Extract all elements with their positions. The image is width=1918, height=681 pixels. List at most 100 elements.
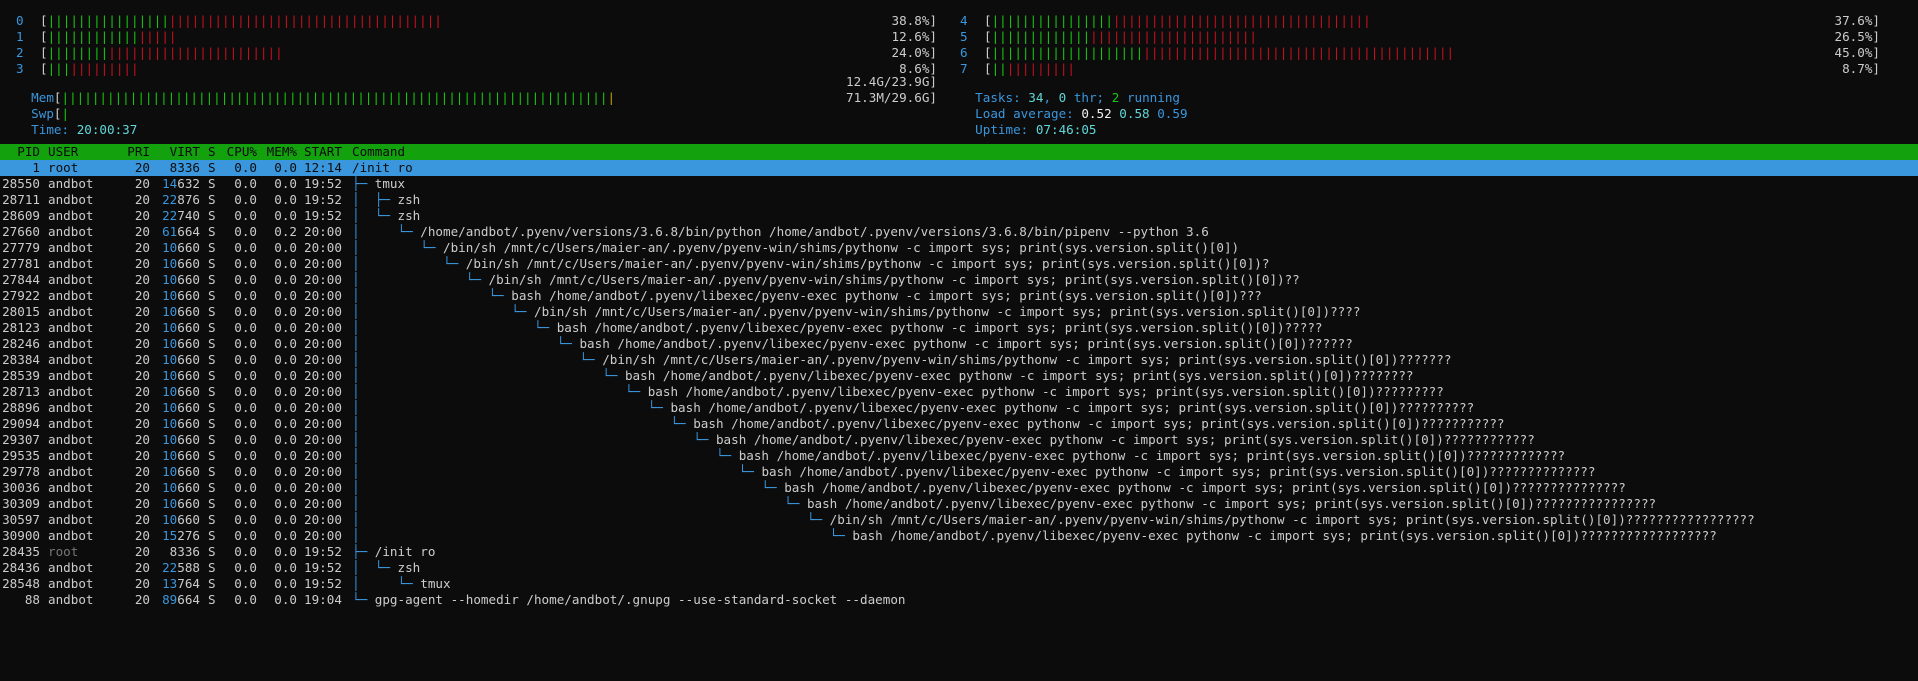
mem-cell: 0.0 [274, 272, 297, 287]
process-table-header[interactable]: PID USER PRI VIRT S CPU% MEM% START Comm… [0, 144, 1918, 160]
command-text: /bin/sh /mnt/c/Users/maier-an/.pyenv/pye… [533, 304, 1361, 319]
pri-cell: 20 [134, 288, 150, 303]
cpu-cell: 0.0 [234, 464, 257, 479]
process-row[interactable]: 28015 andbot 20 S 0.0 0.0 20:00 10660 │ └─ /bin/… [0, 304, 1918, 320]
command-text: bash /home/andbot/.pyenv/libexec/pyenv-e… [693, 416, 1505, 431]
start-cell: 19:52 [304, 208, 342, 223]
pid-cell: 30036 [2, 480, 40, 495]
process-row[interactable]: 27660 andbot 20 S 0.0 0.2 20:00 61664 │ └─ /home… [0, 224, 1918, 240]
start-cell: 19:52 [304, 176, 342, 191]
command-text: /init ro [352, 160, 413, 175]
virt-rest: 660 [177, 256, 200, 271]
tree-branch: │ └─ [352, 432, 716, 447]
process-row[interactable]: 27844 andbot 20 S 0.0 0.0 20:00 10660 │ └─ /bin/… [0, 272, 1918, 288]
state-cell: S [208, 480, 216, 495]
command-text: zsh [397, 192, 421, 207]
process-row[interactable]: 28711 andbot 20 S 0.0 0.0 19:52 22876 │ ├─ zsh [0, 192, 1918, 208]
command-text: /bin/sh /mnt/c/Users/maier-an/.pyenv/pye… [829, 512, 1755, 527]
virt-rest: 764 [177, 576, 200, 591]
process-row[interactable]: 30900 andbot 20 S 0.0 0.0 20:00 15276 │ └─ bash … [0, 528, 1918, 544]
virt-cell: 10660 [154, 368, 200, 384]
mem-cell: 0.2 [274, 224, 297, 239]
pri-cell: 20 [134, 464, 150, 479]
process-row[interactable]: 28713 andbot 20 S 0.0 0.0 20:00 10660 │ └─ bash … [0, 384, 1918, 400]
command-cell: │ └─ bash /home/andbot/.pyenv/libexec/py… [352, 384, 1444, 400]
process-row[interactable]: 29307 andbot 20 S 0.0 0.0 20:00 10660 │ └─ bash … [0, 432, 1918, 448]
process-row[interactable]: 28550 andbot 20 S 0.0 0.0 19:52 14632 ├─ tmux [0, 176, 1918, 192]
mem-cell: 0.0 [274, 304, 297, 319]
process-row[interactable]: 30036 andbot 20 S 0.0 0.0 20:00 10660 │ └─ bash … [0, 480, 1918, 496]
uptime-meter: Uptime: 07:46:05 [960, 106, 1096, 137]
pid-cell: 27922 [2, 288, 40, 303]
col-mem[interactable]: MEM% [263, 144, 297, 160]
swp-value-wrap: 71.3M/29.6G] [16, 90, 937, 106]
tree-branch: │ └─ [352, 480, 785, 495]
start-cell: 20:00 [304, 336, 342, 351]
process-row[interactable]: 28435 root 20 S 0.0 0.0 19:52 8336 ├─ /init ro [0, 544, 1918, 560]
pid-cell: 28015 [2, 304, 40, 319]
command-cell: │ └─ /bin/sh /mnt/c/Users/maier-an/.pyen… [352, 272, 1300, 288]
process-row[interactable]: 28896 andbot 20 S 0.0 0.0 20:00 10660 │ └─ bash … [0, 400, 1918, 416]
virt-rest: 664 [177, 224, 200, 239]
user-cell: andbot [48, 288, 94, 303]
col-pri[interactable]: PRI [118, 144, 150, 160]
process-row[interactable]: 27781 andbot 20 S 0.0 0.0 20:00 10660 │ └─ /bin/… [0, 256, 1918, 272]
tree-branch: │ └─ [352, 304, 534, 319]
col-state[interactable]: S [208, 144, 216, 160]
pri-cell: 20 [134, 576, 150, 591]
col-pid[interactable]: PID [0, 144, 40, 160]
col-user[interactable]: USER [48, 144, 78, 160]
process-row[interactable]: 1 root 20 S 0.0 0.0 12:14 8336/init ro [0, 160, 1918, 176]
mem-cell: 0.0 [274, 592, 297, 607]
virt-rest: 660 [177, 400, 200, 415]
process-row[interactable]: 28123 andbot 20 S 0.0 0.0 20:00 10660 │ └─ bash … [0, 320, 1918, 336]
col-virt[interactable]: VIRT [154, 144, 200, 160]
process-row[interactable]: 28539 andbot 20 S 0.0 0.0 20:00 10660 │ └─ bash … [0, 368, 1918, 384]
process-row[interactable]: 27922 andbot 20 S 0.0 0.0 20:00 10660 │ └─ bash … [0, 288, 1918, 304]
virt-rest: 588 [177, 560, 200, 575]
virt-cell: 8336 [154, 160, 200, 176]
command-cell: │ └─ bash /home/andbot/.pyenv/libexec/py… [352, 496, 1656, 512]
tasks-meter: Tasks: 34, 0 thr; 2 running [960, 74, 1180, 105]
process-row[interactable]: 28548 andbot 20 S 0.0 0.0 19:52 13764 │ └─ tmux [0, 576, 1918, 592]
process-row[interactable]: 88 andbot 20 S 0.0 0.0 19:04 89664 └─ gpg-agent … [0, 592, 1918, 608]
pri-cell: 20 [134, 512, 150, 527]
process-row[interactable]: 29535 andbot 20 S 0.0 0.0 20:00 10660 │ └─ bash … [0, 448, 1918, 464]
pid-cell: 28246 [2, 336, 40, 351]
pri-cell: 20 [134, 448, 150, 463]
process-row[interactable]: 29094 andbot 20 S 0.0 0.0 20:00 10660 │ └─ bash … [0, 416, 1918, 432]
command-text: /bin/sh /mnt/c/Users/maier-an/.pyenv/pye… [465, 256, 1270, 271]
command-cell: │ └─ bash /home/andbot/.pyenv/libexec/py… [352, 320, 1323, 336]
command-text: /bin/sh /mnt/c/Users/maier-an/.pyenv/pye… [488, 272, 1300, 287]
process-row[interactable]: 30309 andbot 20 S 0.0 0.0 20:00 10660 │ └─ bash … [0, 496, 1918, 512]
process-row[interactable]: 28384 andbot 20 S 0.0 0.0 20:00 10660 │ └─ /bin/… [0, 352, 1918, 368]
col-command[interactable]: Command [352, 144, 405, 160]
cpu-cell: 0.0 [234, 560, 257, 575]
virt-rest: 660 [177, 496, 200, 511]
process-row[interactable]: 29778 andbot 20 S 0.0 0.0 20:00 10660 │ └─ bash … [0, 464, 1918, 480]
state-cell: S [208, 160, 216, 175]
virt-k: 61 [162, 224, 178, 239]
tree-branch: │ └─ [352, 272, 489, 287]
pri-cell: 20 [134, 480, 150, 495]
process-row[interactable]: 27779 andbot 20 S 0.0 0.0 20:00 10660 │ └─ /bin/… [0, 240, 1918, 256]
virt-cell: 13764 [154, 576, 200, 592]
col-cpu[interactable]: CPU% [223, 144, 257, 160]
virt-rest: 276 [177, 528, 200, 543]
cpu-value: 12.6%] [891, 29, 938, 44]
cpu-value-wrap: 12.6%] [16, 29, 938, 45]
process-row[interactable]: 28436 andbot 20 S 0.0 0.0 19:52 22588 │ └─ zsh [0, 560, 1918, 576]
start-cell: 20:00 [304, 528, 342, 543]
virt-k: 10 [162, 496, 178, 511]
start-cell: 20:00 [304, 272, 342, 287]
virt-cell: 10660 [154, 384, 200, 400]
process-row[interactable]: 30597 andbot 20 S 0.0 0.0 20:00 10660 │ └─ /bin/… [0, 512, 1918, 528]
col-start[interactable]: START [304, 144, 342, 160]
process-row[interactable]: 28246 andbot 20 S 0.0 0.0 20:00 10660 │ └─ bash … [0, 336, 1918, 352]
process-row[interactable]: 28609 andbot 20 S 0.0 0.0 19:52 22740 │ └─ zsh [0, 208, 1918, 224]
virt-k: 10 [162, 368, 178, 383]
pid-cell: 29094 [2, 416, 40, 431]
user-cell: andbot [48, 592, 94, 607]
tree-branch: │ └─ [352, 496, 807, 511]
cpu-cell: 0.0 [234, 304, 257, 319]
